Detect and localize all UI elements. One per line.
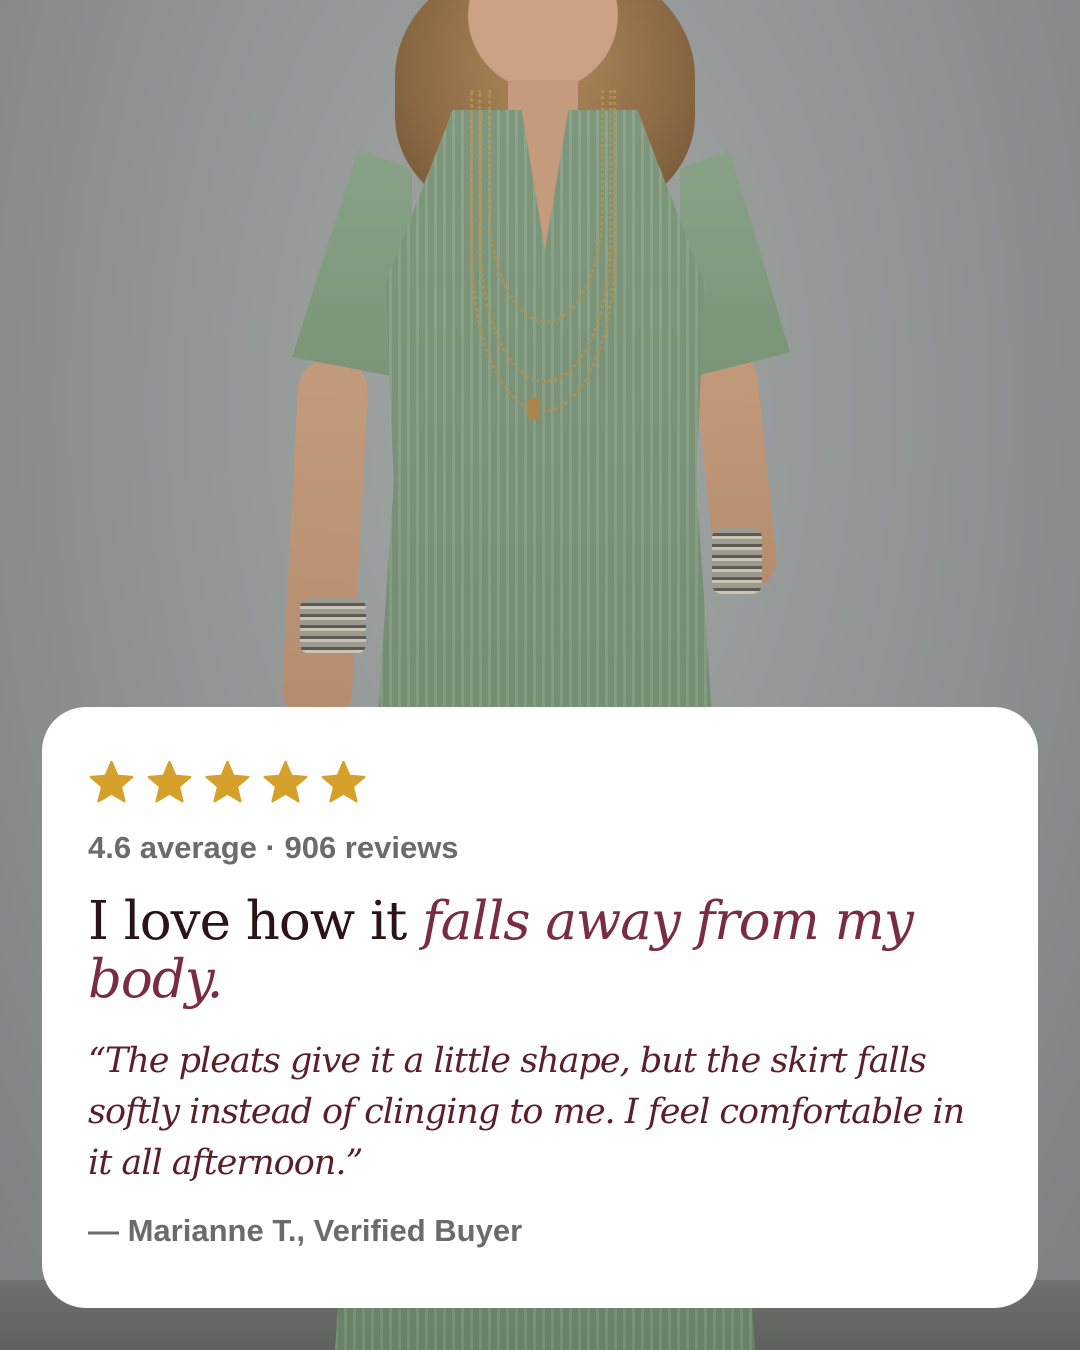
star-icon — [205, 760, 250, 803]
necklace-strand — [470, 90, 616, 413]
star-icon — [321, 760, 366, 803]
headline-plain-text: I love how it — [88, 891, 423, 952]
review-attribution: — Marianne T., Verified Buyer — [88, 1213, 523, 1248]
star-icon — [89, 760, 134, 803]
model-left-arm — [280, 358, 370, 722]
rating-summary: 4.6 average · 906 reviews — [88, 830, 459, 865]
necklace-pendant — [528, 398, 540, 420]
review-card: 4.6 average · 906 reviews I love how it … — [42, 707, 1038, 1308]
review-headline: I love how it falls away from my body. — [88, 893, 992, 1009]
left-bracelets — [300, 598, 366, 654]
star-rating — [88, 759, 992, 807]
star-icon — [147, 760, 192, 803]
star-icon — [263, 760, 308, 803]
right-bracelets — [712, 528, 762, 594]
review-quote: “The pleats give it a little shape, but … — [88, 1041, 965, 1183]
